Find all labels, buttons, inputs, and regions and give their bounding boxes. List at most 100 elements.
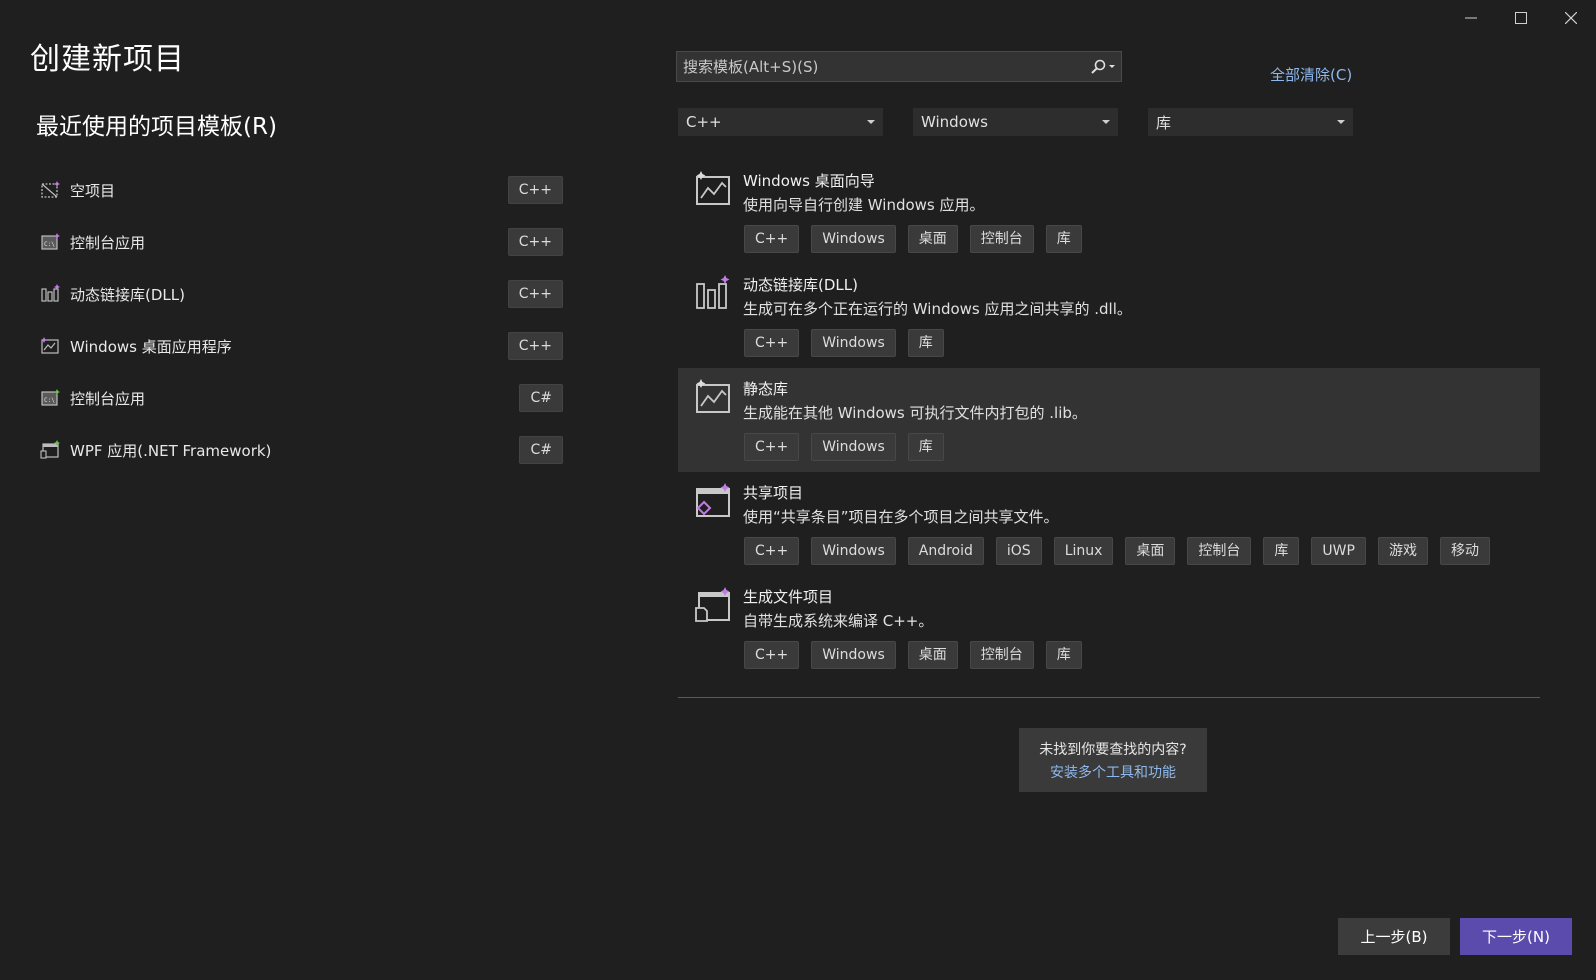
dll-icon	[696, 275, 730, 309]
tag: 桌面	[907, 225, 958, 253]
language-badge: C++	[507, 228, 563, 256]
recent-item-wpf-app[interactable]: WPF 应用(.NET Framework) C#	[36, 424, 563, 476]
tag: C++	[744, 433, 800, 461]
template-windows-desktop-wizard[interactable]: Windows 桌面向导 使用向导自行创建 Windows 应用。 C++ Wi…	[678, 160, 1540, 264]
tag: C++	[744, 537, 800, 565]
template-name: Windows 桌面向导	[743, 172, 875, 190]
desktop-app-icon	[41, 337, 59, 354]
search-icon	[1091, 59, 1115, 74]
static-library-icon	[696, 379, 730, 413]
language-filter-value: C++	[686, 113, 722, 131]
tag: C++	[744, 329, 800, 357]
template-tags: C++ Windows 库	[744, 433, 944, 461]
tag: Windows	[811, 641, 896, 669]
recent-item-label: 动态链接库(DLL)	[70, 285, 185, 304]
shared-project-icon	[696, 483, 730, 517]
tag: C++	[744, 641, 800, 669]
tag: Android	[907, 537, 984, 565]
search-options-button[interactable]	[1085, 59, 1121, 75]
project-type-filter-value: 库	[1156, 113, 1172, 132]
recent-item-console-app-cpp[interactable]: C:\ 控制台应用 C++	[36, 216, 563, 268]
template-tags: C++ Windows Android iOS Linux 桌面 控制台 库 U…	[744, 537, 1490, 565]
platform-filter-dropdown[interactable]: Windows	[913, 108, 1118, 136]
template-name: 生成文件项目	[743, 588, 834, 606]
window-controls	[1446, 0, 1596, 36]
dll-icon	[41, 284, 60, 302]
wpf-app-icon	[40, 440, 60, 459]
template-description: 生成能在其他 Windows 可执行文件内打包的 .lib。	[743, 404, 1087, 422]
next-button[interactable]: 下一步(N)	[1460, 918, 1572, 955]
template-makefile-project[interactable]: 生成文件项目 自带生成系统来编译 C++。 C++ Windows 桌面 控制台…	[678, 576, 1540, 680]
clear-all-link[interactable]: 全部清除(C)	[1270, 64, 1352, 85]
tag: 控制台	[969, 641, 1034, 669]
tag: 桌面	[907, 641, 958, 669]
install-tools-link[interactable]: 安装多个工具和功能	[1019, 762, 1207, 782]
console-app-icon: C:\	[41, 389, 60, 406]
empty-project-icon	[41, 181, 60, 198]
tag: C++	[744, 225, 800, 253]
close-icon	[1565, 12, 1577, 24]
recent-templates-heading: 最近使用的项目模板(R)	[36, 114, 277, 140]
template-search-box	[676, 51, 1122, 82]
tag: 库	[1263, 537, 1300, 565]
recent-item-console-app-csharp[interactable]: C:\ 控制台应用 C#	[36, 372, 563, 424]
chevron-down-icon	[867, 120, 875, 124]
recent-item-label: Windows 桌面应用程序	[70, 337, 232, 356]
template-tags: C++ Windows 库	[744, 329, 944, 357]
language-filter-dropdown[interactable]: C++	[678, 108, 883, 136]
template-description: 使用“共享条目”项目在多个项目之间共享文件。	[743, 508, 1059, 526]
not-found-question: 未找到你要查找的内容?	[1039, 742, 1187, 758]
minimize-button[interactable]	[1446, 0, 1496, 36]
recent-item-dll[interactable]: 动态链接库(DLL) C++	[36, 268, 563, 320]
desktop-wizard-icon	[696, 171, 730, 205]
divider	[678, 697, 1540, 698]
recent-item-label: WPF 应用(.NET Framework)	[70, 441, 272, 460]
template-dll[interactable]: 动态链接库(DLL) 生成可在多个正在运行的 Windows 应用之间共享的 .…	[678, 264, 1540, 368]
platform-filter-value: Windows	[921, 113, 988, 131]
console-app-icon: C:\	[41, 233, 60, 250]
chevron-down-icon	[1337, 120, 1345, 124]
template-tags: C++ Windows 桌面 控制台 库	[744, 641, 1082, 669]
template-name: 共享项目	[743, 484, 804, 502]
template-tags: C++ Windows 桌面 控制台 库	[744, 225, 1082, 253]
language-badge: C++	[507, 332, 563, 360]
search-input[interactable]	[677, 56, 1085, 77]
template-static-library[interactable]: 静态库 生成能在其他 Windows 可执行文件内打包的 .lib。 C++ W…	[678, 368, 1540, 472]
template-name: 静态库	[743, 380, 789, 398]
tag: 移动	[1439, 537, 1490, 565]
close-button[interactable]	[1546, 0, 1596, 36]
tag: Linux	[1053, 537, 1114, 565]
tag: 库	[907, 433, 944, 461]
tag: 游戏	[1377, 537, 1428, 565]
recent-item-label: 控制台应用	[70, 233, 146, 252]
recent-item-windows-desktop-app[interactable]: Windows 桌面应用程序 C++	[36, 320, 563, 372]
tag: Windows	[811, 433, 896, 461]
template-shared-project[interactable]: 共享项目 使用“共享条目”项目在多个项目之间共享文件。 C++ Windows …	[678, 472, 1540, 576]
recent-item-label: 控制台应用	[70, 389, 146, 408]
tag: 库	[1045, 641, 1082, 669]
maximize-icon	[1515, 12, 1527, 24]
template-name: 动态链接库(DLL)	[743, 276, 858, 294]
template-description: 自带生成系统来编译 C++。	[743, 612, 934, 630]
tag: 桌面	[1125, 537, 1176, 565]
language-badge: C++	[507, 280, 563, 308]
maximize-button[interactable]	[1496, 0, 1546, 36]
tag: Windows	[811, 329, 896, 357]
language-badge: C#	[519, 436, 563, 464]
recent-item-empty-project[interactable]: 空项目 C++	[36, 164, 563, 216]
back-button[interactable]: 上一步(B)	[1338, 918, 1450, 955]
tag: 库	[907, 329, 944, 357]
not-found-panel: 未找到你要查找的内容? 安装多个工具和功能	[1019, 728, 1207, 792]
makefile-project-icon	[695, 587, 730, 622]
minimize-icon	[1465, 17, 1477, 19]
page-title: 创建新项目	[30, 42, 185, 77]
tag: Windows	[811, 225, 896, 253]
template-list: Windows 桌面向导 使用向导自行创建 Windows 应用。 C++ Wi…	[678, 160, 1540, 680]
tag: UWP	[1311, 537, 1366, 565]
project-type-filter-dropdown[interactable]: 库	[1148, 108, 1353, 136]
tag: 库	[1045, 225, 1082, 253]
svg-text:C:\: C:\	[44, 241, 55, 248]
chevron-down-icon	[1102, 120, 1110, 124]
tag: 控制台	[1187, 537, 1252, 565]
tag: Windows	[811, 537, 896, 565]
